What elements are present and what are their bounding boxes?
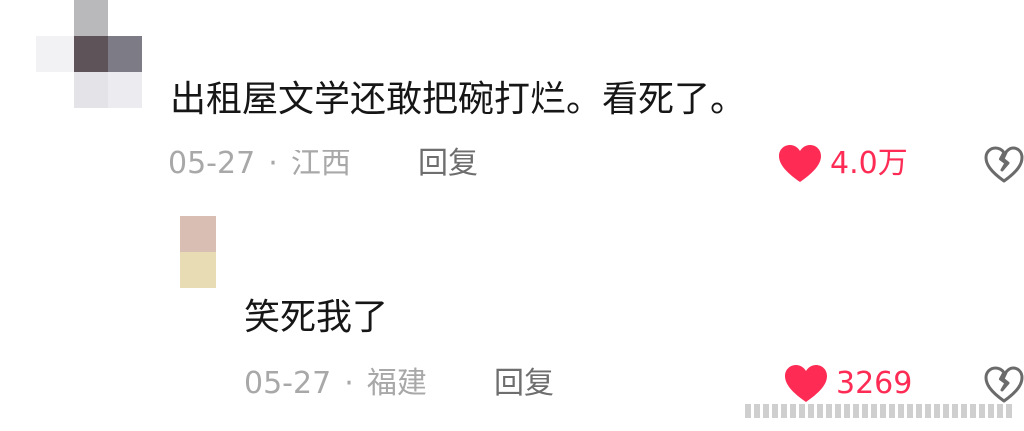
comment-meta: 05-27 · 江西: [168, 150, 388, 184]
heart-icon: [784, 364, 828, 404]
meta-separator: ·: [344, 366, 354, 401]
reply-like-count: 3269: [836, 366, 913, 401]
reply-date: 05-27: [244, 366, 332, 401]
reply-dislike-button[interactable]: [984, 366, 1024, 404]
reply-meta: 05-27 · 福建: [244, 366, 427, 402]
like-count: 4.0万: [830, 146, 908, 181]
broken-heart-icon: [984, 366, 1024, 404]
reply-avatar[interactable]: [180, 216, 216, 288]
reply-location: 福建: [366, 366, 427, 401]
reply-reply-button[interactable]: 回复: [494, 366, 554, 402]
watermark-strip: [745, 404, 1015, 418]
comment-location: 江西: [290, 150, 351, 181]
meta-separator: ·: [268, 150, 278, 181]
avatar[interactable]: [36, 0, 144, 108]
broken-heart-icon: [984, 146, 1024, 184]
comment-text: 出租屋文学还敢把碗打烂。看死了。: [170, 79, 747, 120]
reply-like-button[interactable]: 3269: [784, 364, 912, 404]
comment-date: 05-27: [168, 150, 256, 181]
heart-icon: [778, 144, 822, 184]
like-button[interactable]: 4.0万: [778, 144, 908, 184]
reply-text: 笑死我了: [244, 297, 389, 338]
reply-button[interactable]: 回复: [418, 146, 478, 182]
dislike-button[interactable]: [984, 146, 1024, 184]
